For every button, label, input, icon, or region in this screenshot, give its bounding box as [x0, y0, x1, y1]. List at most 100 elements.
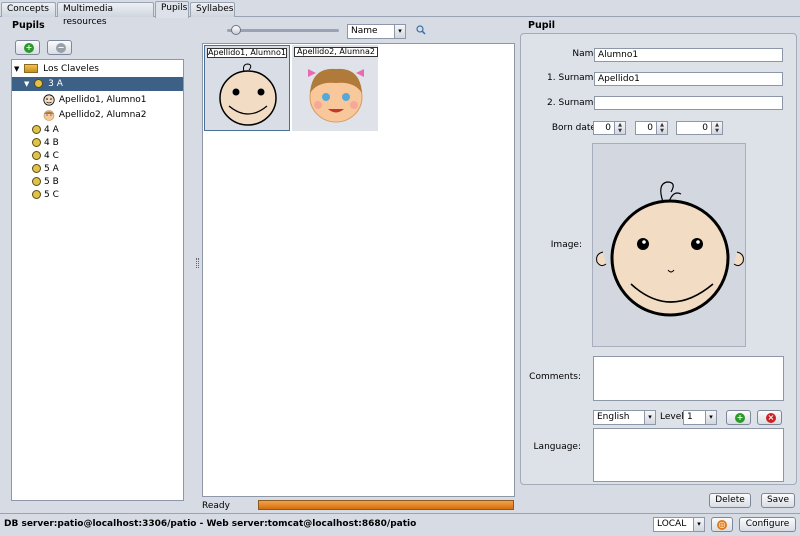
progress-bar [258, 500, 514, 510]
tree-group-3a[interactable]: ▼ 3 A [12, 77, 183, 91]
level-select-value: 1 [687, 412, 693, 422]
tab-pupils[interactable]: Pupils [155, 1, 189, 18]
tree-group-label: 4 B [44, 138, 59, 148]
level-select[interactable]: 1 ▾ [683, 410, 717, 425]
boy-face-icon [43, 93, 55, 106]
tree-group-5a[interactable]: 5 A [32, 162, 59, 176]
language-select[interactable]: English ▾ [593, 410, 656, 425]
tab-concepts[interactable]: Concepts [1, 2, 56, 17]
remove-language-button[interactable]: × [757, 410, 782, 425]
add-language-button[interactable]: + [726, 410, 751, 425]
group-icon [32, 125, 41, 134]
chevron-down-icon: ▾ [705, 411, 716, 424]
group-icon [32, 164, 41, 173]
add-group-button[interactable]: + [15, 40, 40, 55]
spinner-arrows-icon[interactable]: ▲ ▼ [656, 122, 667, 134]
tab-label: Concepts [7, 4, 49, 14]
close-icon: × [766, 413, 776, 423]
pupil-label: Apellido2, Alumna2 [58, 110, 147, 120]
tab-multimedia-resources[interactable]: Multimedia resources [57, 2, 154, 27]
born-year-spinner[interactable]: 0 ▲ ▼ [676, 121, 723, 135]
tab-label: Multimedia resources [63, 4, 114, 27]
boy-face-image [596, 181, 744, 317]
pupil-thumb-caption: Apellido1, Alumno1 [207, 48, 287, 58]
tab-label: Syllabes [196, 4, 234, 14]
surname2-field[interactable] [594, 96, 783, 110]
delete-button[interactable]: Delete [709, 493, 751, 508]
language-label: Language: [533, 442, 581, 452]
chevron-down-icon: ▾ [644, 411, 655, 424]
pupil-label: Apellido1, Alumno1 [58, 95, 147, 105]
surname1-label: 1. Surname: [547, 73, 602, 83]
tree-group-4b[interactable]: 4 B [32, 136, 59, 150]
pupil-thumb-caption: Apellido2, Alumna2 [294, 47, 378, 57]
language-list[interactable] [593, 428, 784, 482]
zoom-icon[interactable] [415, 24, 427, 36]
pupils-panel-title: Pupils [12, 20, 45, 31]
help-button[interactable]: ◎ [711, 517, 733, 532]
tree-root-label: Los Claveles [43, 64, 99, 74]
tree-group-label: 5 A [44, 164, 59, 174]
girl-face-image [308, 68, 364, 123]
tab-bar: Concepts Multimedia resources Pupils Syl… [0, 0, 800, 27]
surname2-label: 2. Surname: [547, 98, 602, 108]
tree-group-label: 3 A [48, 79, 63, 89]
tree-pupil-1[interactable]: Apellido1, Alumno1 [42, 93, 147, 107]
pupil-thumbnails-area[interactable]: Apellido1, Alumno1 Apellido2, Alumna2 [202, 43, 515, 497]
pupil-image[interactable] [592, 143, 746, 347]
name-field[interactable]: Alumno1 [594, 48, 783, 62]
mode-select[interactable]: LOCAL ▾ [653, 517, 705, 532]
group-icon [32, 177, 41, 186]
surname1-field[interactable]: Apellido1 [594, 72, 783, 86]
plus-icon: + [735, 413, 745, 423]
expand-arrow-icon: ▼ [24, 80, 30, 88]
save-button[interactable]: Save [761, 493, 795, 508]
comments-textarea[interactable] [593, 356, 784, 401]
pupil-thumb-1[interactable]: Apellido1, Alumno1 [204, 45, 290, 131]
group-icon [32, 190, 41, 199]
pupil-thumb-2[interactable]: Apellido2, Alumna2 [292, 45, 378, 131]
born-day-value: 0 [605, 123, 611, 133]
expand-arrow-icon: ▼ [14, 65, 20, 73]
comments-label: Comments: [529, 372, 581, 382]
mode-select-value: LOCAL [657, 519, 687, 529]
chevron-down-icon: ▾ [693, 518, 704, 531]
zoom-slider-track[interactable] [227, 29, 339, 32]
tree-group-5b[interactable]: 5 B [32, 175, 59, 189]
language-select-value: English [597, 412, 630, 422]
born-year-value: 0 [702, 123, 708, 133]
boy-face-image [219, 63, 277, 126]
tree-group-5c[interactable]: 5 C [32, 188, 59, 202]
image-label: Image: [550, 240, 582, 250]
footer-divider [0, 513, 800, 514]
tree-group-label: 5 B [44, 177, 59, 187]
splitter-handle[interactable] [196, 258, 199, 268]
tree-root[interactable]: ▼ Los Claveles [14, 62, 99, 76]
sort-select-value: Name [351, 26, 378, 36]
group-icon [32, 138, 41, 147]
pupils-tree[interactable]: ▼ Los Claveles ▼ 3 A Apellido1, Alumno1 … [11, 59, 184, 501]
tree-group-4c[interactable]: 4 C [32, 149, 59, 163]
tab-label: Pupils [161, 3, 188, 13]
born-day-spinner[interactable]: 0 ▲ ▼ [593, 121, 626, 135]
remove-group-button[interactable]: − [47, 40, 72, 55]
group-icon [32, 151, 41, 160]
spinner-arrows-icon[interactable]: ▲ ▼ [711, 122, 722, 134]
server-status: DB server:patio@localhost:3306/patio - W… [4, 519, 417, 529]
spinner-arrows-icon[interactable]: ▲ ▼ [614, 122, 625, 134]
tree-group-label: 4 A [44, 125, 59, 135]
born-month-value: 0 [647, 123, 653, 133]
tree-pupil-2[interactable]: Apellido2, Alumna2 [42, 108, 147, 122]
born-date-label: Born date:: [551, 123, 602, 133]
zoom-slider-thumb[interactable] [231, 25, 241, 35]
configure-button[interactable]: Configure [739, 517, 796, 532]
pupil-form: Name: Alumno1 1. Surname: Apellido1 2. S… [520, 33, 797, 485]
born-month-spinner[interactable]: 0 ▲ ▼ [635, 121, 668, 135]
group-icon [34, 79, 44, 88]
tree-group-label: 4 C [44, 151, 59, 161]
tree-group-4a[interactable]: 4 A [32, 123, 59, 137]
lifebuoy-icon: ◎ [717, 520, 727, 530]
sort-select[interactable]: Name ▾ [347, 24, 406, 39]
girl-face-icon [43, 109, 55, 121]
tab-syllabes[interactable]: Syllabes [190, 2, 235, 17]
